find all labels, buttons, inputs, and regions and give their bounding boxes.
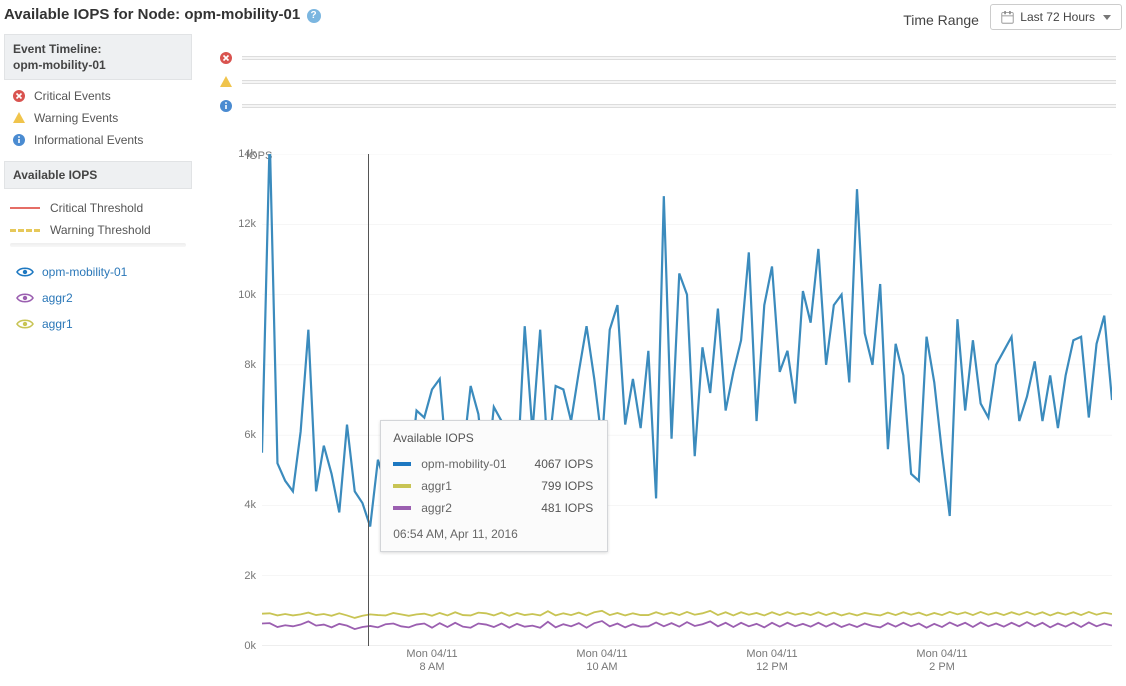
eye-icon bbox=[16, 292, 34, 304]
event-timeline-head: Event Timeline: opm-mobility-01 bbox=[4, 34, 192, 80]
critical-threshold-label: Critical Threshold bbox=[50, 201, 143, 215]
legend-info-label: Informational Events bbox=[34, 133, 143, 147]
tooltip-swatch bbox=[393, 484, 411, 488]
critical-icon bbox=[12, 89, 26, 103]
series-toggle-aggr2[interactable]: aggr2 bbox=[10, 285, 186, 311]
event-timeline-node: opm-mobility-01 bbox=[13, 57, 183, 73]
y-tick-label: 4k bbox=[244, 499, 256, 511]
x-tick-label: Mon 04/1110 AM bbox=[576, 648, 627, 674]
series-name: opm-mobility-01 bbox=[42, 265, 127, 279]
chart-tooltip: Available IOPS opm-mobility-01 4067 IOPS a… bbox=[380, 420, 608, 552]
series-toggle-aggr1[interactable]: aggr1 bbox=[10, 311, 186, 337]
y-tick-label: 10k bbox=[238, 289, 256, 301]
event-strips bbox=[218, 48, 1116, 120]
warning-icon bbox=[12, 111, 26, 125]
time-range-value: Last 72 Hours bbox=[1020, 10, 1095, 24]
divider bbox=[10, 243, 186, 247]
info-icon bbox=[218, 99, 234, 113]
y-tick-label: 0k bbox=[244, 640, 256, 652]
threshold-warning[interactable]: Warning Threshold bbox=[10, 219, 186, 241]
sidebar: Event Timeline: opm-mobility-01 Critical… bbox=[4, 34, 192, 349]
legend-critical-label: Critical Events bbox=[34, 89, 111, 103]
series-toggle-opm-mobility-01[interactable]: opm-mobility-01 bbox=[10, 259, 186, 285]
time-range-button[interactable]: Last 72 Hours bbox=[990, 4, 1122, 30]
event-legend: Critical Events Warning Events Informati… bbox=[4, 80, 192, 161]
tooltip-swatch bbox=[393, 506, 411, 510]
chart-plot[interactable]: Available IOPS opm-mobility-01 4067 IOPS a… bbox=[262, 154, 1112, 646]
strip-bar[interactable] bbox=[242, 80, 1116, 84]
x-tick-label: Mon 04/1112 PM bbox=[746, 648, 797, 674]
time-range-control: Time Range Last 72 Hours bbox=[903, 4, 1122, 30]
series-name: aggr1 bbox=[42, 317, 73, 331]
y-tick-label: 14k bbox=[238, 148, 256, 160]
tooltip-series-value: 799 IOPS bbox=[541, 479, 593, 493]
tooltip-series-name: aggr2 bbox=[421, 501, 531, 515]
title-node-name: opm-mobility-01 bbox=[184, 6, 300, 23]
event-timeline-title: Event Timeline: bbox=[13, 41, 183, 57]
warning-icon bbox=[218, 75, 234, 89]
tooltip-title: Available IOPS bbox=[393, 431, 593, 445]
strip-bar[interactable] bbox=[242, 104, 1116, 108]
critical-threshold-swatch bbox=[10, 207, 40, 209]
tooltip-timestamp: 06:54 AM, Apr 11, 2016 bbox=[393, 527, 593, 541]
threshold-critical[interactable]: Critical Threshold bbox=[10, 197, 186, 219]
x-tick-label: Mon 04/112 PM bbox=[916, 648, 967, 674]
series-name: aggr2 bbox=[42, 291, 73, 305]
title-prefix: Available IOPS for Node: bbox=[4, 6, 184, 23]
available-iops-head: Available IOPS bbox=[4, 161, 192, 189]
eye-icon bbox=[16, 266, 34, 278]
tooltip-row: aggr2 481 IOPS bbox=[393, 497, 593, 519]
eye-icon bbox=[16, 318, 34, 330]
y-tick-label: 12k bbox=[238, 218, 256, 230]
x-tick-label: Mon 04/118 AM bbox=[406, 648, 457, 674]
series-legend: opm-mobility-01 aggr2 aggr1 bbox=[10, 255, 186, 337]
chart-cursor-line bbox=[368, 154, 369, 646]
warning-threshold-label: Warning Threshold bbox=[50, 223, 151, 237]
y-tick-label: 6k bbox=[244, 429, 256, 441]
strip-warning bbox=[218, 72, 1116, 96]
y-tick-label: 8k bbox=[244, 359, 256, 371]
critical-icon bbox=[218, 51, 234, 65]
tooltip-series-value: 4067 IOPS bbox=[535, 457, 594, 471]
legend-critical[interactable]: Critical Events bbox=[6, 85, 190, 107]
legend-warning[interactable]: Warning Events bbox=[6, 107, 190, 129]
help-icon[interactable]: ? bbox=[307, 9, 321, 23]
legend-info[interactable]: Informational Events bbox=[6, 129, 190, 151]
strip-info bbox=[218, 96, 1116, 120]
tooltip-series-name: aggr1 bbox=[421, 479, 531, 493]
chart: IOPS Available IOPS opm-mobility-014067 … bbox=[218, 150, 1116, 676]
tooltip-series-value: 481 IOPS bbox=[541, 501, 593, 515]
calendar-icon bbox=[1001, 11, 1014, 24]
tooltip-series-name: opm-mobility-01 bbox=[421, 457, 524, 471]
tooltip-row: aggr1 799 IOPS bbox=[393, 475, 593, 497]
page-title: Available IOPS for Node: opm-mobility-01 bbox=[4, 6, 300, 23]
x-axis: Mon 04/118 AM Mon 04/1110 AM Mon 04/1112 P… bbox=[262, 648, 1112, 676]
legend-warning-label: Warning Events bbox=[34, 111, 118, 125]
info-icon bbox=[12, 133, 26, 147]
strip-critical bbox=[218, 48, 1116, 72]
y-tick-label: 2k bbox=[244, 570, 256, 582]
time-range-label: Time Range bbox=[903, 12, 979, 28]
page-header: Available IOPS for Node: opm-mobility-01… bbox=[4, 6, 1122, 32]
tooltip-row: opm-mobility-01 4067 IOPS bbox=[393, 453, 593, 475]
strip-bar[interactable] bbox=[242, 56, 1116, 60]
warning-threshold-swatch bbox=[10, 229, 40, 232]
tooltip-swatch bbox=[393, 462, 411, 466]
chevron-down-icon bbox=[1103, 15, 1111, 20]
threshold-legend: Critical Threshold Warning Threshold opm… bbox=[4, 189, 192, 349]
